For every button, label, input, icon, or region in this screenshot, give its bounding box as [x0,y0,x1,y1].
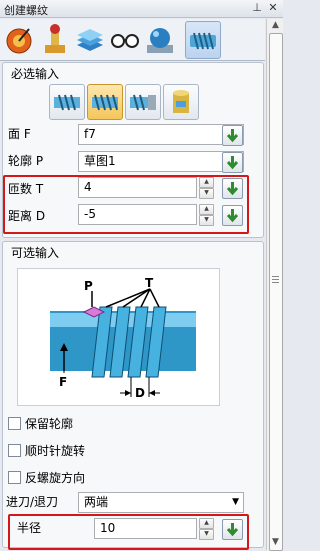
distance-label: 距离 D [8,209,46,223]
diagram-label-t: T [145,276,154,290]
lead-dropdown-value: 两端 [84,495,109,509]
window-title: 创建螺纹 [4,4,48,17]
method-button-1[interactable] [49,84,85,120]
lead-dropdown[interactable]: 两端 ▼ [78,492,244,513]
glasses-icon [111,34,139,48]
green-arrow-down-icon [226,129,239,143]
reverse-helix-label: 反螺旋方向 [25,471,86,485]
method-button-2[interactable] [87,84,123,120]
scroll-up-icon[interactable]: ▲ [270,20,281,31]
chevron-down-icon: ▼ [232,497,239,507]
cylinder-icon [173,90,189,113]
thread-tab[interactable] [185,21,221,59]
radius-select-button[interactable] [222,519,243,540]
reverse-helix-checkbox[interactable] [8,471,21,484]
thread-method-active-icon [92,94,118,111]
spin-up-icon[interactable]: ▲ [199,177,214,188]
thread-diagram: P T F D [17,268,220,406]
layers-icon [77,29,103,51]
count-label: 匝数 T [8,182,44,196]
thread-method-icon [54,94,80,111]
lead-label: 进刀/退刀 [6,495,59,509]
radius-field[interactable]: 10 [94,518,197,539]
count-field[interactable]: 4 [78,177,197,198]
distance-spinner[interactable]: ▲ ▼ [199,204,214,226]
pattern-tab[interactable] [38,21,72,57]
thread-icon [190,32,216,50]
scroll-down-icon[interactable]: ▼ [270,537,281,548]
keep-profile-label: 保留轮廓 [25,417,74,431]
green-arrow-down-icon [226,209,239,223]
count-select-button[interactable] [222,178,243,199]
close-icon[interactable]: ✕ [266,1,280,15]
spin-down-icon[interactable]: ▼ [199,529,214,540]
group-title-optional: 可选输入 [11,246,60,260]
spin-down-icon[interactable]: ▼ [199,215,214,226]
thread-diagram-illustration: P T F D [50,276,196,400]
spin-down-icon[interactable]: ▼ [199,188,214,199]
sphere-tab[interactable] [143,21,177,57]
title-bar: 创建螺纹 ⊥ ✕ [0,0,283,18]
face-label: 面 F [8,127,31,141]
method-button-4[interactable] [163,84,199,120]
tab-bar [0,19,265,61]
diagram-label-d: D [135,386,145,400]
thread-end-icon [130,94,156,111]
distance-select-button[interactable] [222,205,243,226]
sphere-icon [147,28,173,53]
profile-select-button[interactable] [222,152,243,173]
radius-spinner[interactable]: ▲ ▼ [199,518,214,540]
face-field[interactable]: f7 [78,124,244,145]
feature-tab[interactable] [3,21,37,57]
green-arrow-down-icon [226,182,239,196]
stamp-icon [45,24,65,53]
radius-label: 半径 [17,521,42,535]
green-arrow-down-icon [226,523,239,537]
clockwise-label: 顺时针旋转 [25,444,86,458]
distance-field[interactable]: -5 [78,204,197,225]
profile-field[interactable]: 草图1 [78,151,244,172]
spin-up-icon[interactable]: ▲ [199,204,214,215]
clockwise-checkbox[interactable] [8,444,21,457]
diagram-label-p: P [84,279,93,293]
scroll-thumb[interactable] [269,33,283,551]
diagram-label-f: F [59,375,67,389]
vertical-scrollbar[interactable]: ▲ ▼ [266,19,283,551]
profile-label: 轮廓 P [8,154,44,168]
face-select-button[interactable] [222,125,243,146]
pin-icon[interactable]: ⊥ [250,1,264,15]
method-button-3[interactable] [125,84,161,120]
green-arrow-down-icon [226,156,239,170]
count-spinner[interactable]: ▲ ▼ [199,177,214,199]
layers-tab[interactable] [73,21,107,57]
spin-up-icon[interactable]: ▲ [199,518,214,529]
dial-icon [6,28,32,54]
keep-profile-checkbox[interactable] [8,417,21,430]
view-tab[interactable] [108,21,142,57]
group-title-required: 必选输入 [11,67,60,81]
